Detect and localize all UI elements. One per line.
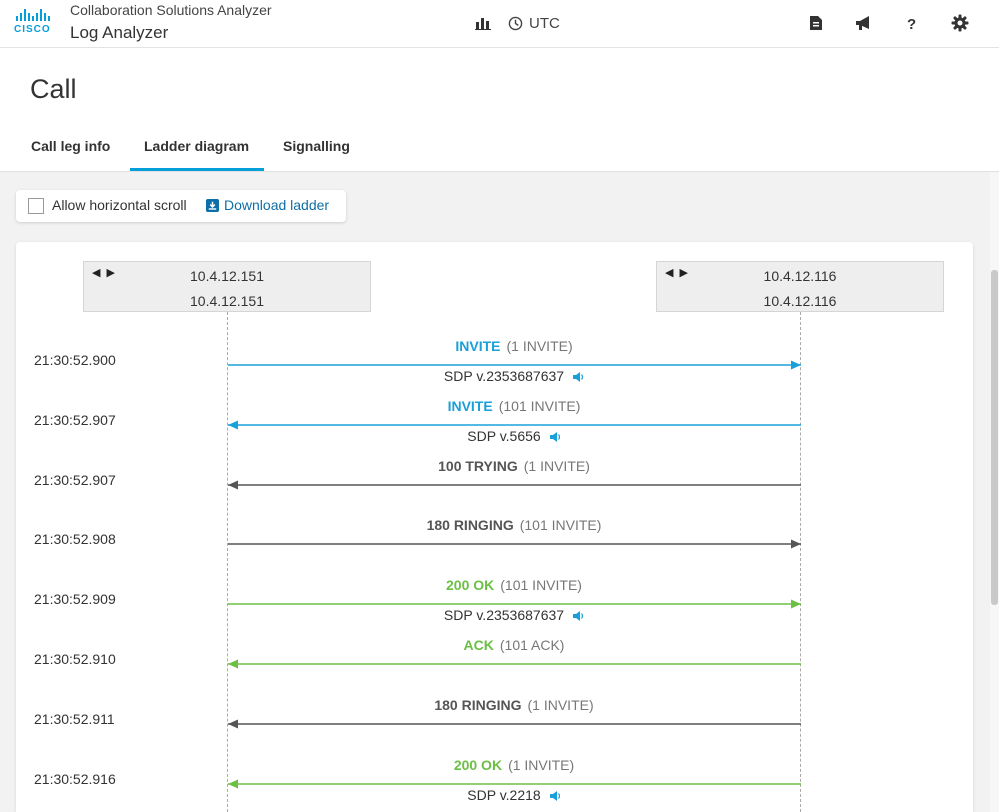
tab-ladder-diagram[interactable]: Ladder diagram: [129, 138, 265, 171]
message-timestamp: 21:30:52.909: [34, 591, 116, 608]
sdp-version: SDP v.5656: [467, 427, 541, 444]
message-label[interactable]: ACK (101 ACK): [227, 637, 801, 653]
message-name: INVITE: [455, 338, 501, 354]
clock-icon: [508, 16, 523, 30]
svg-text:?: ?: [907, 16, 916, 31]
endpoint-host: 10.4.12.116: [763, 293, 837, 309]
message-label[interactable]: 200 OK (101 INVITE): [227, 577, 801, 593]
message-timestamp: 21:30:52.908: [34, 531, 116, 548]
message-transaction: (1 INVITE): [527, 696, 594, 713]
message-transaction: (101 INVITE): [498, 397, 581, 414]
message-label[interactable]: 100 TRYING (1 INVITE): [227, 458, 801, 474]
speaker-icon[interactable]: [572, 370, 584, 386]
endpoint-ip: 10.4.12.151: [190, 268, 264, 284]
tab-signalling[interactable]: Signalling: [283, 138, 350, 154]
message-name: 180 RINGING: [434, 696, 522, 713]
sdp-info[interactable]: SDP v.2353687637: [227, 607, 801, 625]
message-label[interactable]: 200 OK (1 INVITE): [227, 757, 801, 773]
ladder-diagram: ◀ ▶ 10.4.12.151 10.4.12.151 ◀ ▶ 10.4.12.…: [16, 242, 973, 812]
message-label[interactable]: 180 RINGING (1 INVITE): [227, 697, 801, 713]
speaker-icon[interactable]: [549, 430, 561, 446]
ladder-options-bar: Allow horizontal scroll Download ladder: [16, 190, 346, 222]
sdp-info[interactable]: SDP v.5656: [227, 428, 801, 446]
message-transaction: (1 INVITE): [523, 457, 590, 474]
speaker-icon[interactable]: [572, 609, 584, 625]
message-timestamp: 21:30:52.911: [34, 710, 115, 727]
cisco-logo: CISCO: [14, 9, 56, 37]
message-name: 200 OK: [446, 577, 495, 594]
message-label[interactable]: INVITE (101 INVITE): [227, 398, 801, 414]
download-icon: [206, 198, 219, 212]
message-transaction: (101 INVITE): [500, 577, 582, 594]
message-arrow[interactable]: [228, 718, 801, 730]
page-title: Call: [30, 74, 77, 104]
bar-chart-icon[interactable]: [472, 12, 494, 34]
message-transaction: (101 INVITE): [519, 517, 602, 534]
sdp-version: SDP v.2353687637: [443, 368, 565, 384]
message-transaction: (101 ACK): [499, 637, 565, 653]
app-header: CISCO Collaboration Solutions Analyzer L…: [0, 0, 999, 48]
timezone-selector[interactable]: UTC: [508, 15, 560, 32]
download-ladder-link[interactable]: Download ladder: [206, 197, 329, 213]
endpoint-host: 10.4.12.151: [190, 293, 264, 309]
message-timestamp: 21:30:52.916: [34, 770, 116, 787]
message-label[interactable]: 180 RINGING (101 INVITE): [227, 517, 801, 533]
message-timestamp: 21:30:52.910: [34, 651, 116, 667]
message-transaction: (1 INVITE): [506, 338, 573, 354]
tab-bar: Call leg info Ladder diagram Signalling: [0, 126, 999, 172]
message-timestamp: 21:30:52.907: [34, 471, 116, 488]
megaphone-icon[interactable]: [853, 12, 875, 34]
speaker-icon[interactable]: [549, 789, 561, 805]
message-name: 100 TRYING: [438, 457, 518, 474]
help-icon[interactable]: ?: [901, 12, 923, 34]
timezone-label: UTC: [529, 14, 560, 32]
lifeline: [227, 312, 228, 812]
message-name: ACK: [463, 637, 494, 653]
sdp-info[interactable]: SDP v.2218: [227, 787, 801, 805]
message-name: 180 RINGING: [426, 517, 514, 534]
message-transaction: (1 INVITE): [508, 756, 575, 773]
endpoint-ip: 10.4.12.116: [763, 268, 837, 284]
logo-text: CISCO: [14, 24, 51, 35]
sdp-info[interactable]: SDP v.2353687637: [227, 368, 801, 386]
message-arrow[interactable]: [228, 658, 801, 670]
horizontal-scroll-label: Allow horizontal scroll: [52, 197, 187, 213]
message-label[interactable]: INVITE (1 INVITE): [227, 338, 801, 354]
lifeline: [800, 312, 801, 812]
tab-call-leg-info[interactable]: Call leg info: [31, 138, 110, 154]
message-timestamp: 21:30:52.900: [34, 352, 116, 368]
app-subtitle: Log Analyzer: [70, 23, 169, 42]
document-icon[interactable]: [805, 12, 827, 34]
message-name: 200 OK: [453, 756, 503, 773]
endpoint-header: ◀ ▶ 10.4.12.116 10.4.12.116: [656, 261, 944, 312]
message-name: INVITE: [447, 397, 493, 414]
sdp-version: SDP v.2218: [467, 786, 541, 803]
endpoint-header: ◀ ▶ 10.4.12.151 10.4.12.151: [83, 261, 371, 312]
message-timestamp: 21:30:52.907: [34, 411, 116, 428]
sdp-version: SDP v.2353687637: [443, 607, 565, 624]
gear-icon[interactable]: [949, 12, 971, 34]
message-arrow[interactable]: [228, 479, 801, 491]
message-arrow[interactable]: [228, 538, 801, 550]
app-name: Collaboration Solutions Analyzer: [70, 2, 272, 18]
scrollbar-thumb[interactable]: [991, 270, 998, 605]
horizontal-scroll-checkbox[interactable]: [28, 198, 44, 214]
download-ladder-label: Download ladder: [224, 197, 330, 213]
